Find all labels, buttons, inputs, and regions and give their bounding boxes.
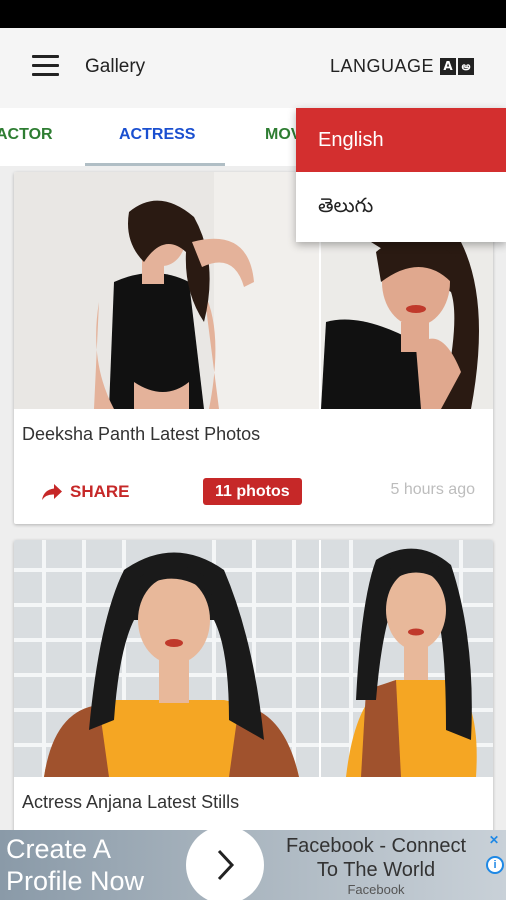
ad-banner[interactable]: Create A Profile Now Facebook - Connect … [0, 830, 506, 900]
language-button[interactable]: LANGUAGE [330, 56, 434, 77]
translate-icon[interactable]: A అ [440, 58, 474, 76]
language-menu: English తెలుగు [296, 108, 506, 242]
share-button[interactable]: SHARE [42, 480, 130, 504]
gallery-photo[interactable] [14, 540, 319, 777]
share-arrow-icon [42, 484, 62, 500]
tab-indicator [85, 163, 225, 166]
timestamp: 5 hours ago [390, 481, 475, 498]
hamburger-menu-icon[interactable] [32, 55, 59, 77]
ad-description: Facebook - Connect To The World [285, 835, 467, 881]
tab-actress[interactable]: ACTRESS [119, 126, 195, 144]
ad-info-icon[interactable]: i [486, 856, 504, 874]
app-bar: Gallery LANGUAGE A అ [0, 28, 506, 108]
status-bar [0, 0, 506, 28]
page-title: Gallery [85, 56, 146, 77]
ad-brand: Facebook [347, 882, 405, 897]
language-option-english[interactable]: English [296, 108, 506, 172]
photo-count-badge: 11 photos [203, 478, 302, 505]
card-title[interactable]: Actress Anjana Latest Stills [22, 792, 239, 813]
gallery-card[interactable]: Actress Anjana Latest Stills [14, 540, 493, 840]
language-option-telugu[interactable]: తెలుగు [296, 174, 506, 238]
share-label: SHARE [70, 482, 130, 501]
ad-next-button[interactable] [186, 830, 264, 900]
gallery-photo[interactable] [14, 172, 319, 409]
ad-headline: Create A Profile Now [6, 834, 145, 896]
gallery-photo[interactable] [321, 540, 493, 777]
chevron-right-icon [217, 849, 235, 881]
card-title[interactable]: Deeksha Panth Latest Photos [22, 424, 260, 445]
ad-close-icon[interactable]: ✕ [489, 833, 499, 847]
tab-actor[interactable]: ACTOR [0, 126, 53, 144]
